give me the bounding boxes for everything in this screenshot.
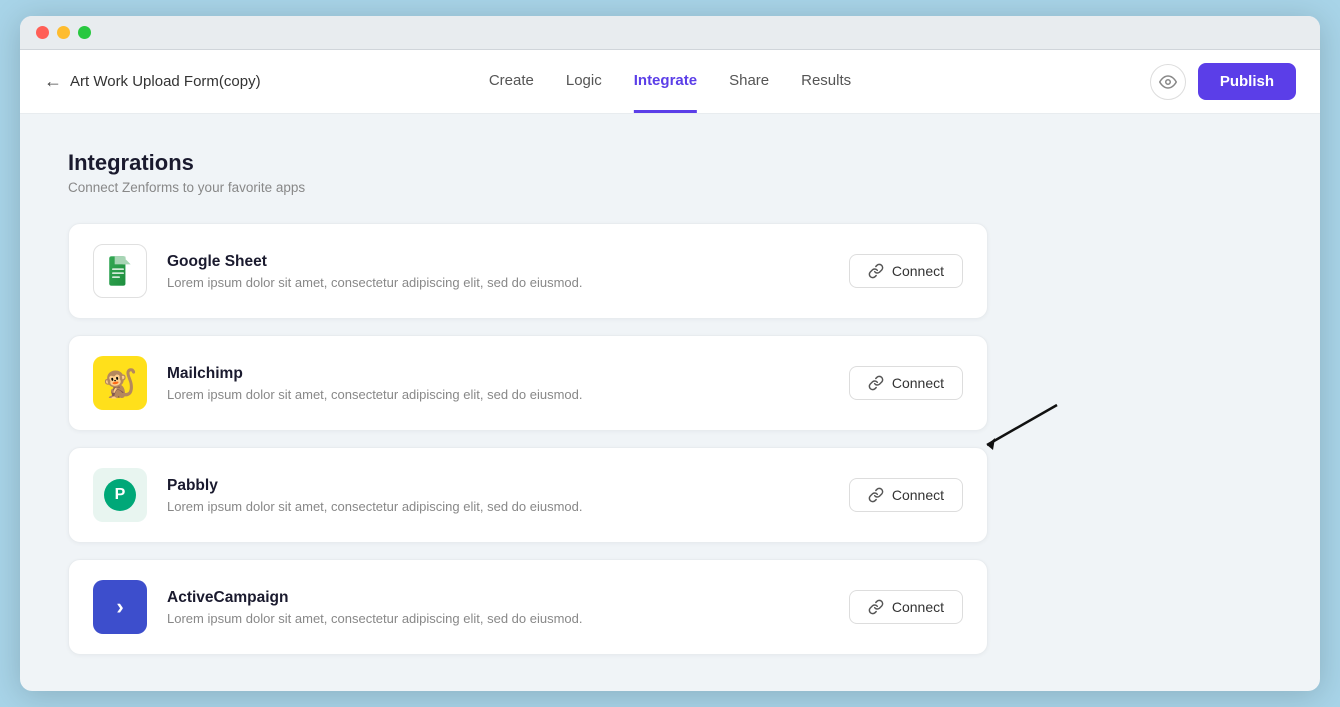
- back-arrow-icon: ←: [44, 71, 62, 92]
- form-title: Art Work Upload Form(copy): [70, 73, 261, 90]
- navigation-tabs: Create Logic Integrate Share Results: [489, 50, 851, 113]
- pabbly-p-icon: P: [104, 479, 136, 511]
- pabbly-name: Pabbly: [167, 477, 829, 495]
- mailchimp-emoji-icon: 🐒: [103, 367, 138, 400]
- integration-card-activecampaign: › ActiveCampaign Lorem ipsum dolor sit a…: [68, 559, 988, 655]
- integration-list: Google Sheet Lorem ipsum dolor sit amet,…: [68, 223, 988, 655]
- integration-card-pabbly: P Pabbly Lorem ipsum dolor sit amet, con…: [68, 447, 988, 543]
- tab-share[interactable]: Share: [729, 50, 769, 113]
- titlebar: [20, 16, 1320, 50]
- google-sheet-desc: Lorem ipsum dolor sit amet, consectetur …: [167, 275, 829, 290]
- link-icon: [868, 263, 884, 279]
- pabbly-connect-button[interactable]: Connect: [849, 478, 963, 512]
- mailchimp-desc: Lorem ipsum dolor sit amet, consectetur …: [167, 387, 829, 402]
- integration-card-mailchimp: 🐒 Mailchimp Lorem ipsum dolor sit amet, …: [68, 335, 988, 431]
- activecampaign-info: ActiveCampaign Lorem ipsum dolor sit ame…: [167, 589, 829, 626]
- link-icon: [868, 487, 884, 503]
- google-sheet-name: Google Sheet: [167, 253, 829, 271]
- tab-create[interactable]: Create: [489, 50, 534, 113]
- tab-integrate[interactable]: Integrate: [634, 50, 697, 113]
- activecampaign-chevron-icon: ›: [116, 594, 123, 620]
- activecampaign-desc: Lorem ipsum dolor sit amet, consectetur …: [167, 611, 829, 626]
- google-sheet-info: Google Sheet Lorem ipsum dolor sit amet,…: [167, 253, 829, 290]
- mailchimp-icon: 🐒: [93, 356, 147, 410]
- eye-icon: [1159, 73, 1177, 91]
- page-subtitle: Connect Zenforms to your favorite apps: [68, 180, 1272, 195]
- google-sheet-connect-button[interactable]: Connect: [849, 254, 963, 288]
- activecampaign-connect-button[interactable]: Connect: [849, 590, 963, 624]
- link-icon: [868, 375, 884, 391]
- preview-button[interactable]: [1150, 64, 1186, 100]
- header-actions: Publish: [1150, 63, 1296, 100]
- app-window: ← Art Work Upload Form(copy) Create Logi…: [20, 16, 1320, 691]
- mailchimp-connect-button[interactable]: Connect: [849, 366, 963, 400]
- pabbly-info: Pabbly Lorem ipsum dolor sit amet, conse…: [167, 477, 829, 514]
- google-sheet-icon: [93, 244, 147, 298]
- activecampaign-icon: ›: [93, 580, 147, 634]
- maximize-traffic-light[interactable]: [78, 26, 91, 39]
- header: ← Art Work Upload Form(copy) Create Logi…: [20, 50, 1320, 114]
- close-traffic-light[interactable]: [36, 26, 49, 39]
- link-icon: [868, 599, 884, 615]
- gsheet-svg-icon: [104, 255, 136, 287]
- integration-card-google-sheet: Google Sheet Lorem ipsum dolor sit amet,…: [68, 223, 988, 319]
- mailchimp-info: Mailchimp Lorem ipsum dolor sit amet, co…: [167, 365, 829, 402]
- mailchimp-name: Mailchimp: [167, 365, 829, 383]
- pabbly-icon: P: [93, 468, 147, 522]
- activecampaign-name: ActiveCampaign: [167, 589, 829, 607]
- tab-results[interactable]: Results: [801, 50, 851, 113]
- tab-logic[interactable]: Logic: [566, 50, 602, 113]
- main-content: Integrations Connect Zenforms to your fa…: [20, 114, 1320, 691]
- page-title: Integrations: [68, 150, 1272, 176]
- pabbly-desc: Lorem ipsum dolor sit amet, consectetur …: [167, 499, 829, 514]
- annotation-arrow: [977, 400, 1067, 460]
- publish-button[interactable]: Publish: [1198, 63, 1296, 100]
- minimize-traffic-light[interactable]: [57, 26, 70, 39]
- back-button[interactable]: ← Art Work Upload Form(copy): [44, 71, 261, 92]
